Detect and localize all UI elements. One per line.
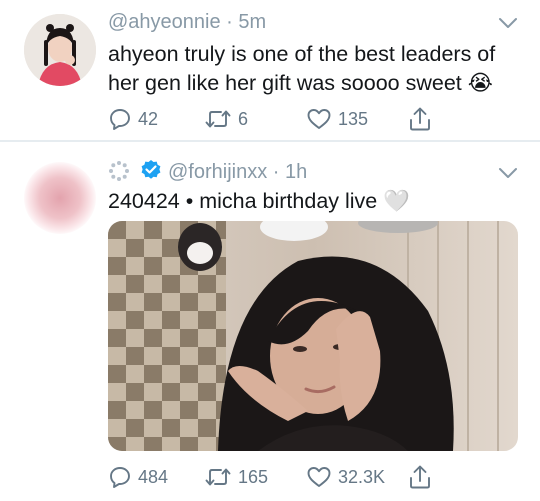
- share-icon: [410, 465, 430, 489]
- like-icon: [307, 467, 331, 487]
- like-button[interactable]: 135: [306, 106, 368, 132]
- reply-count: 484: [138, 466, 169, 487]
- tweet-text: ahyeon truly is one of the best leaders …: [108, 42, 496, 95]
- reply-button[interactable]: 484: [108, 464, 168, 490]
- share-button[interactable]: [408, 106, 432, 132]
- share-button[interactable]: [408, 464, 432, 490]
- tweet[interactable]: @ahyeonnie · 5m ahyeon truly is one of t…: [0, 0, 540, 140]
- user-handle[interactable]: @forhijinxx: [168, 161, 267, 183]
- loading-spinner-icon: [109, 161, 129, 181]
- separator-dot: ·: [267, 161, 285, 183]
- verified-badge-icon: [141, 160, 161, 179]
- like-count: 135: [338, 108, 369, 129]
- like-icon: [307, 109, 331, 129]
- reply-button[interactable]: 42: [108, 106, 158, 132]
- tweet-photo[interactable]: [108, 221, 518, 451]
- retweet-count: 165: [238, 466, 269, 487]
- like-button[interactable]: 32.3K: [306, 464, 385, 490]
- timestamp[interactable]: 1h: [285, 161, 307, 183]
- retweet-button[interactable]: 165: [204, 464, 268, 490]
- share-icon: [410, 107, 430, 131]
- chevron-down-icon[interactable]: [498, 166, 518, 180]
- avatar[interactable]: [24, 14, 96, 86]
- reply-count: 42: [138, 108, 159, 129]
- retweet-count: 6: [238, 108, 249, 129]
- chevron-down-icon[interactable]: [498, 16, 518, 30]
- tweet-header: @forhijinxx · 1h: [108, 159, 307, 184]
- retweet-button[interactable]: 6: [204, 106, 248, 132]
- timestamp[interactable]: 5m: [238, 11, 266, 33]
- user-handle[interactable]: @ahyeonnie: [108, 11, 221, 33]
- retweet-icon: [205, 468, 231, 486]
- like-count: 32.3K: [338, 466, 386, 487]
- retweet-icon: [205, 110, 231, 128]
- tweet[interactable]: @forhijinxx · 1h 240424 • micha birthday…: [0, 143, 540, 501]
- reply-icon: [110, 467, 130, 488]
- separator-dot: ·: [220, 11, 239, 33]
- avatar[interactable]: [24, 162, 96, 234]
- reply-icon: [110, 109, 130, 130]
- tweet-header: @ahyeonnie · 5m: [108, 10, 266, 34]
- tweet-text: 240424 • micha birthday live 🤍: [108, 189, 411, 213]
- tweet-divider: [0, 140, 540, 142]
